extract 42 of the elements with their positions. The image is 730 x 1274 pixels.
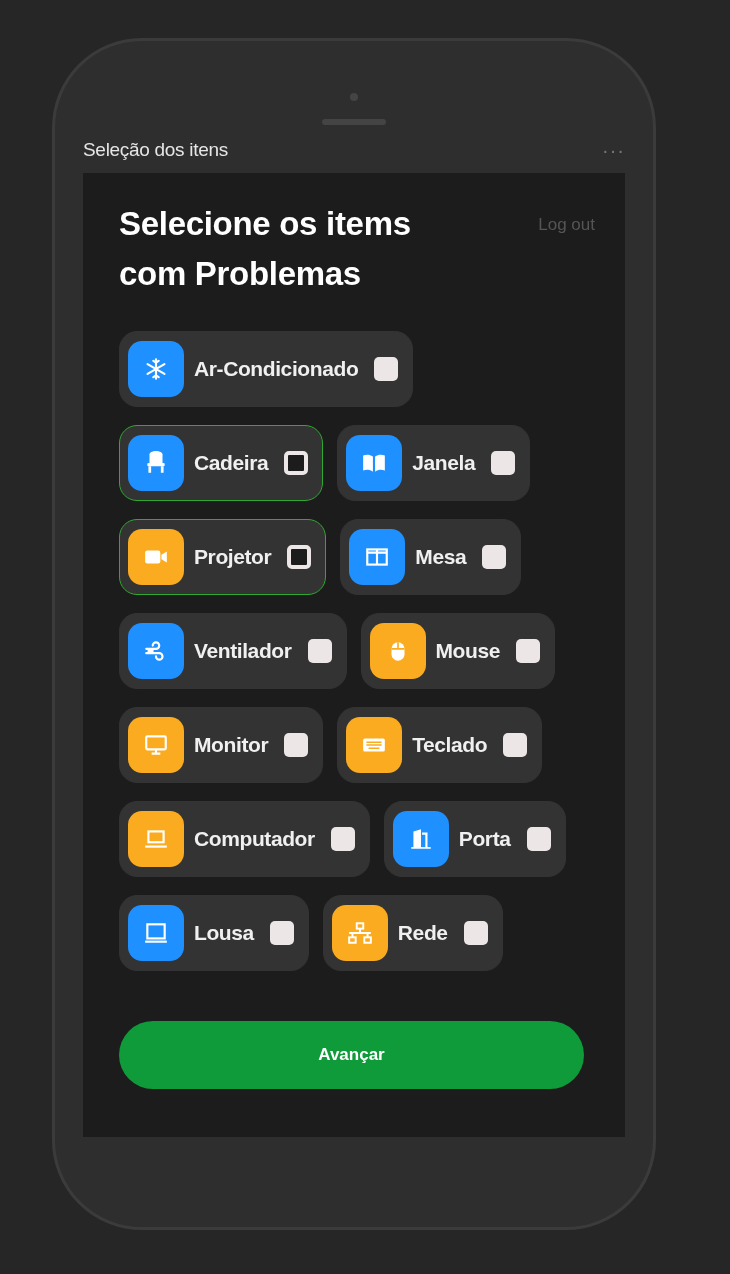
item-option[interactable]: Janela — [337, 425, 531, 501]
item-label: Lousa — [194, 921, 254, 945]
item-label: Projetor — [194, 545, 272, 569]
item-label: Ar-Condicionado — [194, 357, 359, 381]
checkbox[interactable] — [284, 451, 309, 475]
checkbox[interactable] — [284, 733, 309, 757]
checkbox[interactable] — [491, 451, 516, 475]
item-option[interactable]: Mesa — [340, 519, 522, 595]
item-option[interactable]: Ar-Condicionado — [119, 331, 414, 407]
item-option[interactable]: Porta — [383, 801, 566, 877]
item-label: Rede — [397, 921, 448, 945]
checkbox[interactable] — [526, 827, 551, 851]
checkbox[interactable] — [516, 639, 541, 663]
advance-button[interactable]: Avançar — [119, 1021, 584, 1089]
checkbox[interactable] — [307, 639, 332, 663]
item-option[interactable]: Cadeira — [119, 425, 324, 501]
item-option[interactable]: Rede — [322, 895, 503, 971]
checkbox[interactable] — [463, 921, 488, 945]
window-title: Seleção dos itens — [83, 139, 228, 161]
item-option[interactable]: Monitor — [119, 707, 324, 783]
item-label: Monitor — [194, 733, 269, 757]
item-label: Mouse — [435, 639, 501, 663]
checkbox[interactable] — [269, 921, 294, 945]
item-label: Mesa — [415, 545, 467, 569]
checkbox[interactable] — [482, 545, 507, 569]
item-label: Ventilador — [194, 639, 292, 663]
item-option[interactable]: Mouse — [360, 613, 556, 689]
item-option[interactable]: Lousa — [119, 895, 309, 971]
page-heading: Selecione os items com Problemas — [119, 204, 412, 294]
item-label: Teclado — [412, 733, 488, 757]
item-option[interactable]: Computador — [119, 801, 370, 877]
item-option[interactable]: Projetor — [119, 519, 327, 595]
item-option[interactable]: Teclado — [337, 707, 543, 783]
item-label: Janela — [412, 451, 476, 475]
checkbox[interactable] — [374, 357, 399, 381]
item-label: Computador — [194, 827, 315, 851]
item-label: Cadeira — [194, 451, 269, 475]
checkbox[interactable] — [330, 827, 355, 851]
item-label: Porta — [458, 827, 511, 851]
checkbox[interactable] — [503, 733, 528, 757]
checkbox[interactable] — [287, 545, 312, 569]
item-option[interactable]: Ventilador — [119, 613, 347, 689]
